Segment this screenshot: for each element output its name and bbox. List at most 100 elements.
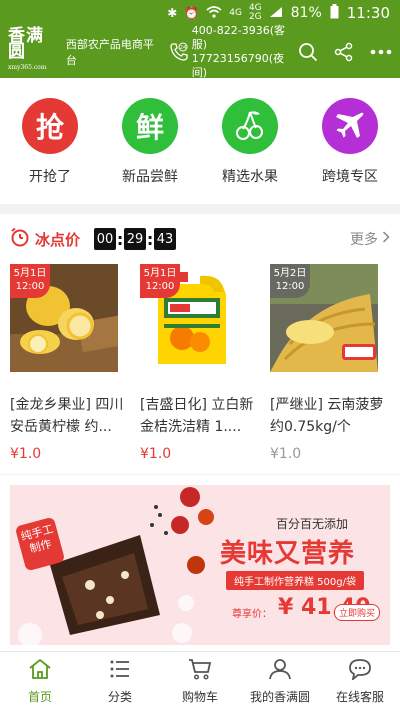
nav-label: 在线客服 <box>335 690 384 704</box>
category-label: 跨境专区 <box>322 169 378 185</box>
nav-home[interactable]: 首页 <box>0 652 80 711</box>
clock-icon <box>10 227 30 251</box>
flash-sale-products: 5月1日 12:00 [金龙乡果业] 四川安岳黄柠檬 约... ¥1.0 5月1… <box>0 264 400 462</box>
nav-label: 购物车 <box>181 690 218 704</box>
product-name: [吉盛日化] 立白新金桔洗洁精 1.... <box>140 397 254 435</box>
timer-separator: : <box>116 229 124 249</box>
category-new-arrivals[interactable]: 鲜 新品尝鲜 <box>110 98 190 204</box>
sale-start-tag: 5月1日 12:00 <box>10 264 50 298</box>
chat-icon <box>348 658 372 684</box>
banner-price-label: 尊享价： <box>232 609 272 620</box>
nav-customer-service[interactable]: 在线客服 <box>320 652 400 711</box>
more-link[interactable]: 更多 <box>350 229 390 249</box>
category-label: 精选水果 <box>222 169 278 185</box>
category-flash-buy[interactable]: 抢 开抢了 <box>10 98 90 204</box>
nav-cart[interactable]: 购物车 <box>160 652 240 711</box>
phone-day[interactable]: 400-822-3936(客服) <box>192 24 298 52</box>
logo-subtext: xmy365.com <box>8 64 47 71</box>
flash-sale-section: 冰点价 00 : 29 : 43 更多 5月1日 12:00 [金龙乡果业] 四… <box>0 214 400 474</box>
timer-minutes: 29 <box>124 228 147 250</box>
promo-banner-section: 纯手工制作 百分百无添加 美味又营养 纯手工制作营养糕 500g/袋 尊享价： … <box>0 475 400 651</box>
category-cross-border[interactable]: 跨境专区 <box>310 98 390 204</box>
product-name: [严继业] 云南菠萝约0.75kg/个 <box>270 397 384 435</box>
timer-seconds: 43 <box>154 228 177 250</box>
network-2g-mini: 2G <box>248 12 262 22</box>
product-price: ¥1.0 <box>140 446 172 462</box>
list-icon <box>108 658 132 684</box>
network-4g-label: 4G <box>229 7 242 18</box>
product-price: ¥1.0 <box>10 446 42 462</box>
share-icon[interactable] <box>334 42 354 62</box>
app-header: 香满圆 xmy365.com 西部农产品电商平台 24 400-822-3936… <box>0 24 400 79</box>
battery-percent: 81% <box>290 5 322 21</box>
timer-separator: : <box>146 229 154 249</box>
app-root: ✱ ⏰ 4G 4G 2G 81% 11:30 香满圆 xmy365.com 西部… <box>0 0 400 711</box>
home-icon <box>28 658 52 684</box>
battery-icon <box>330 3 339 23</box>
product-card[interactable]: 5月1日 12:00 [金龙乡果业] 四川安岳黄柠檬 约... ¥1.0 <box>10 264 136 462</box>
nav-label: 首页 <box>27 690 52 704</box>
sale-date: 5月1日 <box>143 268 177 279</box>
grab-icon: 抢 <box>22 98 78 154</box>
slogan: 西部农产品电商平台 <box>65 38 154 67</box>
header-actions <box>298 42 392 62</box>
cart-icon <box>188 658 212 684</box>
grab-glyph: 抢 <box>35 111 64 144</box>
category-shortcuts: 抢 开抢了 鲜 新品尝鲜 精选水果 跨境专区 <box>0 78 400 204</box>
category-label: 新品尝鲜 <box>122 169 178 185</box>
phone-icon: 24 <box>169 42 189 62</box>
banner-buy-button[interactable]: 立即购买 <box>334 604 381 621</box>
sale-start-tag: 5月1日 12:00 <box>140 264 180 298</box>
product-image-lemon[interactable]: 5月1日 12:00 <box>10 264 118 372</box>
sale-start-tag: 5月2日 12:00 <box>270 264 310 298</box>
alarm-icon: ⏰ <box>184 6 200 20</box>
nav-label: 我的香满圆 <box>249 690 310 704</box>
user-icon <box>268 658 292 684</box>
chevron-right-icon <box>382 231 390 247</box>
category-label: 开抢了 <box>29 169 71 185</box>
search-icon[interactable] <box>298 42 318 62</box>
category-fruits[interactable]: 精选水果 <box>210 98 290 204</box>
more-label: 更多 <box>350 232 378 248</box>
hotline-numbers[interactable]: 400-822-3936(客服) 17723156790(夜间) <box>192 24 298 80</box>
signal-icon <box>269 6 283 21</box>
more-icon[interactable] <box>370 49 392 55</box>
product-image-detergent[interactable]: 5月1日 12:00 <box>140 264 248 372</box>
phone-night[interactable]: 17723156790(夜间) <box>192 52 298 80</box>
bluetooth-icon: ✱ <box>167 6 178 20</box>
sale-time: 12:00 <box>145 281 175 292</box>
banner-tagline: 百分百无添加 <box>276 517 349 531</box>
logo-text: 香满圆 <box>8 26 44 62</box>
sale-time: 12:00 <box>275 281 305 292</box>
banner-headline: 美味又营养 <box>220 539 356 569</box>
cherry-icon <box>222 98 278 154</box>
nav-categories[interactable]: 分类 <box>80 652 160 711</box>
banner-subtitle: 纯手工制作营养糕 500g/袋 <box>226 571 364 590</box>
product-card[interactable]: 5月2日 12:00 [严继业] 云南菠萝约0.75kg/个 ¥1.0 <box>270 264 396 462</box>
nav-label: 分类 <box>107 690 132 704</box>
status-bar: ✱ ⏰ 4G 4G 2G 81% 11:30 <box>0 0 400 26</box>
wifi-icon <box>206 5 222 21</box>
sale-time: 12:00 <box>15 281 45 292</box>
status-icons: ✱ ⏰ 4G 4G 2G <box>167 4 282 22</box>
sale-date: 5月2日 <box>273 268 307 279</box>
flash-sale-header: 冰点价 00 : 29 : 43 更多 <box>0 214 400 264</box>
bottom-nav: 首页 分类 购物车 我的香满圆 在线客服 <box>0 651 400 711</box>
fresh-icon: 鲜 <box>122 98 178 154</box>
countdown-timer: 00 : 29 : 43 <box>94 228 177 250</box>
nav-my-account[interactable]: 我的香满圆 <box>240 652 320 711</box>
fresh-glyph: 鲜 <box>135 111 164 144</box>
promo-banner[interactable]: 纯手工制作 百分百无添加 美味又营养 纯手工制作营养糕 500g/袋 尊享价： … <box>10 485 390 645</box>
clock: 11:30 <box>346 4 390 22</box>
svg-text:24: 24 <box>180 45 186 51</box>
network-4g-2g-label: 4G 2G <box>249 4 262 22</box>
product-name: [金龙乡果业] 四川安岳黄柠檬 约... <box>10 397 124 435</box>
sale-date: 5月1日 <box>13 268 47 279</box>
product-image-pineapple[interactable]: 5月2日 12:00 <box>270 264 378 372</box>
timer-hours: 00 <box>94 228 117 250</box>
product-price: ¥1.0 <box>270 446 302 462</box>
brand-logo[interactable]: 香满圆 xmy365.com <box>8 28 61 76</box>
flash-sale-title: 冰点价 <box>35 230 81 249</box>
product-card[interactable]: 5月1日 12:00 [吉盛日化] 立白新金桔洗洁精 1.... ¥1.0 <box>140 264 266 462</box>
plane-icon <box>322 98 378 154</box>
